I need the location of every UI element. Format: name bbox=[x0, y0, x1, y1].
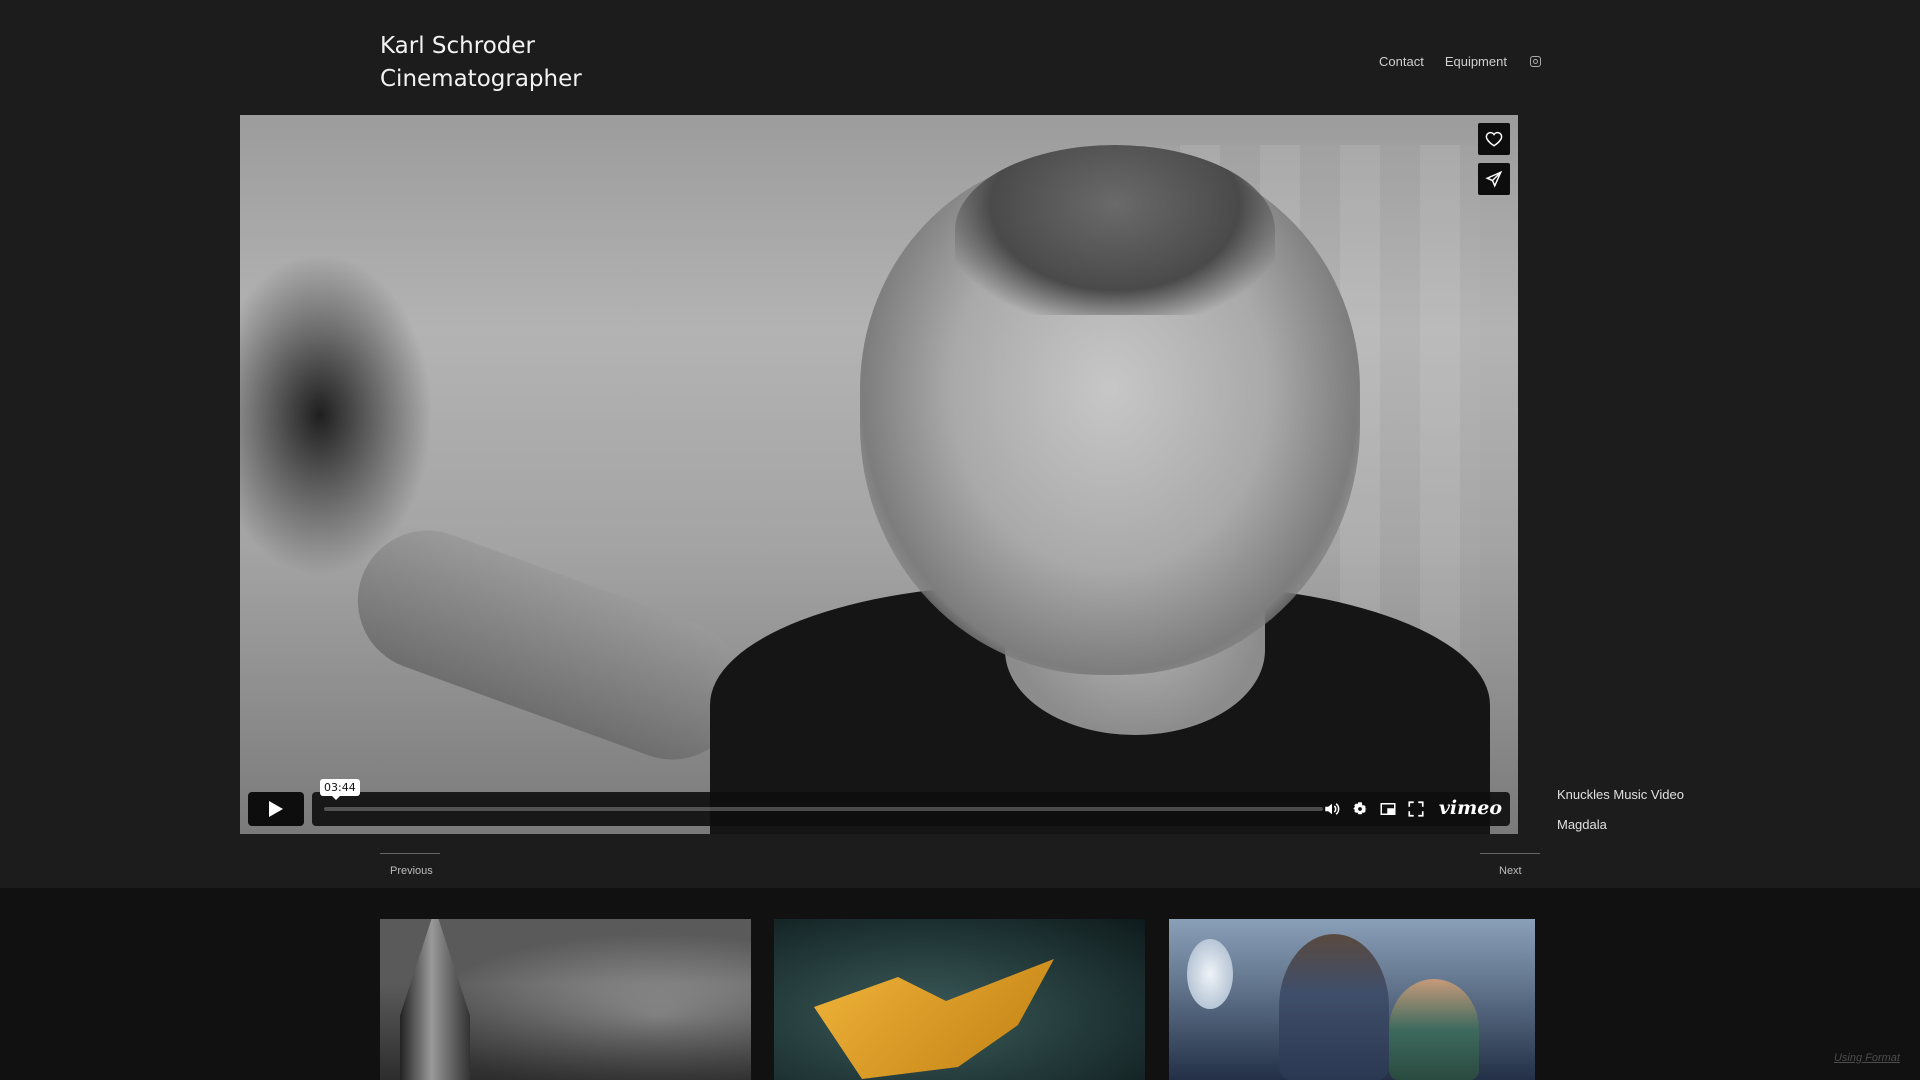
play-button[interactable] bbox=[248, 792, 304, 826]
thumbnail-umbrella bbox=[814, 959, 1054, 1079]
nav-item-equipment[interactable]: Equipment bbox=[1445, 54, 1507, 69]
thumbnail-passenger bbox=[1279, 934, 1389, 1080]
previous-divider bbox=[380, 853, 440, 854]
related-video-knuckles[interactable]: Knuckles Music Video bbox=[1557, 787, 1684, 802]
player-controls: 03:44 vimeo bbox=[248, 779, 1510, 826]
share-button[interactable] bbox=[1478, 163, 1510, 195]
nav-item-contact[interactable]: Contact bbox=[1379, 54, 1424, 69]
time-tooltip: 03:44 bbox=[320, 779, 360, 800]
instagram-icon[interactable] bbox=[1529, 56, 1541, 67]
site-name: Karl Schroder bbox=[380, 33, 535, 59]
site-role: Cinematographer bbox=[380, 66, 582, 92]
heart-icon bbox=[1485, 131, 1503, 147]
thumbnail-building bbox=[400, 919, 470, 1080]
volume-icon bbox=[1325, 803, 1340, 815]
thumbnail-window bbox=[1187, 939, 1233, 1009]
volume-button[interactable] bbox=[1323, 800, 1341, 818]
pip-button[interactable] bbox=[1379, 800, 1397, 818]
related-video-magdala[interactable]: Magdala bbox=[1557, 817, 1607, 832]
thumbnail-passenger bbox=[1389, 979, 1479, 1080]
next-divider bbox=[1480, 853, 1540, 854]
control-bar: 03:44 vimeo bbox=[312, 779, 1510, 826]
fullscreen-icon bbox=[1408, 801, 1424, 817]
project-gallery: Using Format bbox=[0, 888, 1920, 1080]
control-icons: vimeo bbox=[1323, 792, 1502, 826]
pip-icon bbox=[1380, 803, 1396, 815]
settings-button[interactable] bbox=[1351, 800, 1369, 818]
video-player[interactable]: 03:44 vimeo bbox=[240, 115, 1518, 834]
top-nav: Contact Equipment bbox=[1379, 54, 1541, 69]
video-frame-hair bbox=[955, 145, 1275, 315]
progress-bar[interactable]: 03:44 bbox=[320, 779, 1323, 811]
fullscreen-button[interactable] bbox=[1407, 800, 1425, 818]
like-button[interactable] bbox=[1478, 123, 1510, 155]
vimeo-logo[interactable]: vimeo bbox=[1439, 797, 1502, 819]
settings-icon bbox=[1353, 802, 1367, 815]
video-frame-arm bbox=[338, 510, 762, 780]
next-link[interactable]: Next bbox=[1499, 865, 1522, 877]
gallery-thumbnail[interactable] bbox=[774, 919, 1145, 1080]
share-icon bbox=[1485, 170, 1503, 188]
previous-link[interactable]: Previous bbox=[390, 865, 433, 877]
play-icon bbox=[269, 801, 283, 817]
format-credit-link[interactable]: Using Format bbox=[1834, 1052, 1900, 1064]
gallery-thumbnail[interactable] bbox=[380, 919, 751, 1080]
site-title[interactable]: Karl Schroder Cinematographer bbox=[380, 30, 582, 96]
gallery-thumbnail[interactable] bbox=[1169, 919, 1535, 1080]
